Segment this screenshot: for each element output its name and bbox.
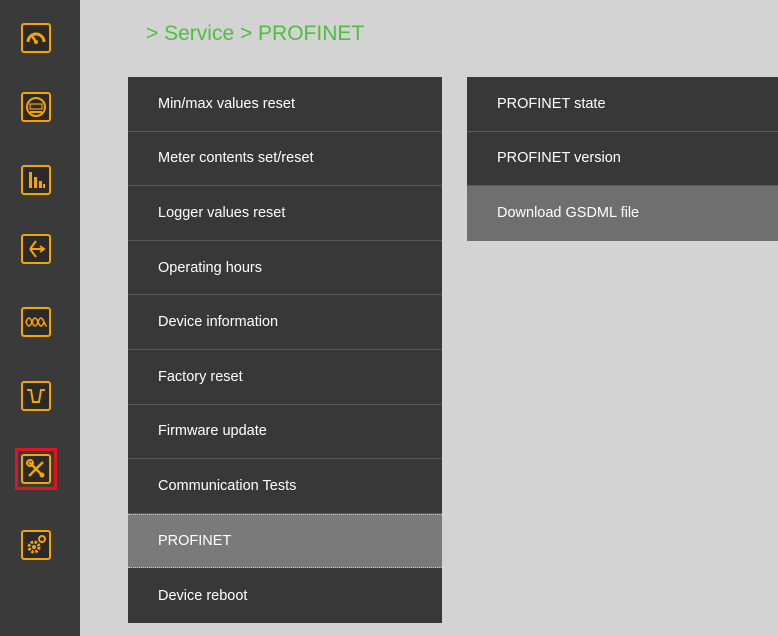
- menu-item-minmax-reset[interactable]: Min/max values reset: [128, 77, 442, 132]
- gauge-icon: [21, 23, 51, 53]
- menu-item-label: Operating hours: [158, 259, 262, 276]
- menu-item-profinet[interactable]: PROFINET: [128, 513, 442, 569]
- sidebar-item-phasor[interactable]: [19, 232, 53, 266]
- menu-item-meter-contents[interactable]: Meter contents set/reset: [128, 132, 442, 187]
- menu-item-factory-reset[interactable]: Factory reset: [128, 350, 442, 405]
- sidebar-item-settings[interactable]: [19, 528, 53, 562]
- menu-item-label: Logger values reset: [158, 204, 286, 221]
- menu-item-label: Download GSDML file: [497, 205, 640, 222]
- menu-item-device-reboot[interactable]: Device reboot: [128, 568, 442, 623]
- sidebar-item-bars[interactable]: [19, 163, 53, 197]
- sidebar-item-service[interactable]: [15, 448, 57, 490]
- menu-item-firmware-update[interactable]: Firmware update: [128, 405, 442, 460]
- menu-item-logger-reset[interactable]: Logger values reset: [128, 186, 442, 241]
- menu-item-label: Meter contents set/reset: [158, 150, 314, 167]
- settings-gear-icon: [21, 530, 51, 560]
- menu-item-label: Min/max values reset: [158, 95, 295, 112]
- sidebar-item-waveform[interactable]: [19, 305, 53, 339]
- breadcrumb: > Service > PROFINET: [146, 22, 365, 45]
- menu-item-label: PROFINET version: [497, 150, 621, 167]
- sidebar: [0, 0, 80, 636]
- menu-item-profinet-state[interactable]: PROFINET state: [467, 77, 778, 132]
- menu-item-profinet-version[interactable]: PROFINET version: [467, 132, 778, 187]
- menu-item-operating-hours[interactable]: Operating hours: [128, 241, 442, 296]
- waveform-icon: [21, 307, 51, 337]
- service-menu: Min/max values reset Meter contents set/…: [128, 77, 442, 623]
- menu-item-download-gsdml[interactable]: Download GSDML file: [467, 186, 778, 241]
- menu-item-label: Device reboot: [158, 587, 248, 604]
- menu-item-label: Communication Tests: [158, 477, 297, 494]
- phasor-icon: [21, 234, 51, 264]
- menu-item-label: Firmware update: [158, 423, 267, 440]
- tools-icon: [21, 454, 51, 484]
- bar-chart-icon: [21, 165, 51, 195]
- menu-item-device-information[interactable]: Device information: [128, 295, 442, 350]
- meter-display-icon: [21, 92, 51, 122]
- pulse-dip-icon: [21, 381, 51, 411]
- menu-item-label: PROFINET: [158, 533, 232, 550]
- menu-item-label: Device information: [158, 314, 279, 331]
- sidebar-item-pulse[interactable]: [19, 379, 53, 413]
- main-panel: > Service > PROFINET Min/max values rese…: [80, 0, 778, 636]
- menu-item-label: Factory reset: [158, 368, 243, 385]
- menu-item-communication-tests[interactable]: Communication Tests: [128, 459, 442, 514]
- profinet-submenu: PROFINET state PROFINET version Download…: [467, 77, 778, 241]
- menu-item-label: PROFINET state: [497, 95, 606, 112]
- sidebar-item-meter[interactable]: [19, 90, 53, 124]
- sidebar-item-gauge[interactable]: [19, 21, 53, 55]
